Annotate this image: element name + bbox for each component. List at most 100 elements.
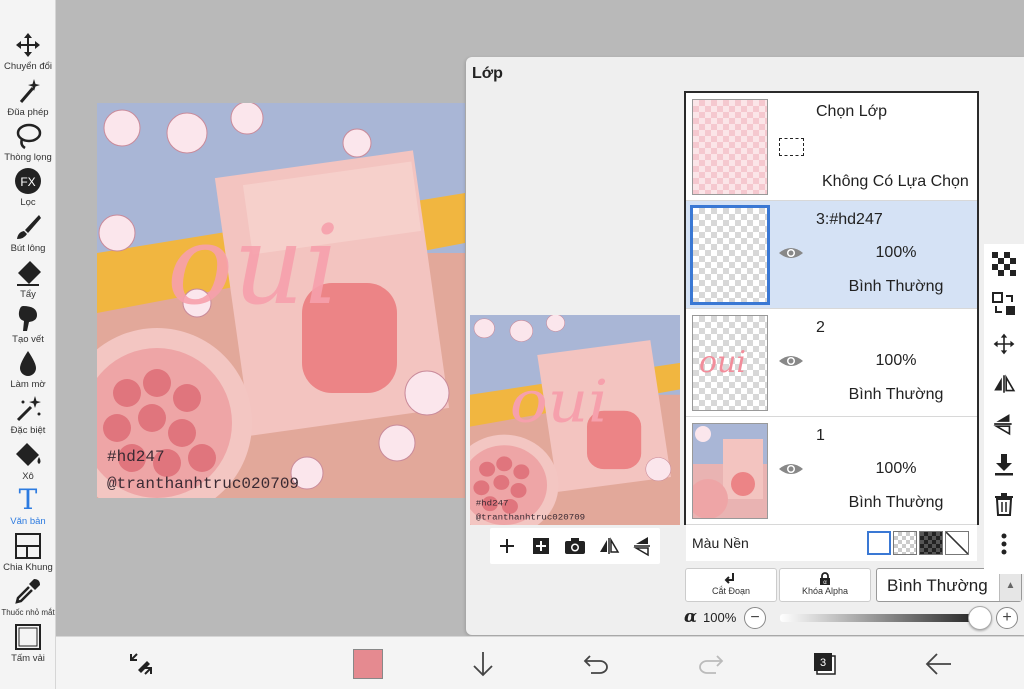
visibility-eye-icon[interactable] <box>778 351 804 371</box>
opacity-increase-button[interactable]: + <box>996 607 1018 629</box>
layer-opacity: 100% <box>875 460 917 477</box>
trash-icon <box>995 493 1013 516</box>
preview-image: oui #hd247 @tranthanhtruc020709 <box>470 315 680 525</box>
tool-lasso[interactable]: Thòng lọng <box>0 121 56 163</box>
visibility-eye-icon[interactable] <box>778 459 804 479</box>
color-picker-button[interactable] <box>351 647 385 681</box>
layer-transform-button[interactable] <box>990 290 1018 318</box>
checkerboard-icon <box>992 252 1016 276</box>
arrow-left-icon <box>925 653 951 675</box>
move-icon <box>16 33 40 57</box>
layer-thumbnail-text: oui <box>699 345 746 380</box>
selection-thumbnail <box>692 99 768 195</box>
transform-icon <box>992 292 1015 315</box>
add-box-icon <box>533 538 549 554</box>
artwork-canvas[interactable]: oui #hd247 @tranthanhtruc020709 <box>97 103 465 498</box>
flip-vertical-button[interactable] <box>630 533 656 559</box>
add-layer-button[interactable] <box>494 533 520 559</box>
quick-menu-button[interactable] <box>124 647 158 681</box>
transform-tool-icon <box>130 653 152 675</box>
merge-down-icon <box>995 454 1013 476</box>
lock-icon: α <box>820 572 830 586</box>
opacity-slider-track[interactable] <box>780 614 980 622</box>
layer-blend-mode: Bình Thường <box>848 278 944 295</box>
background-label: Màu Nền <box>692 535 749 551</box>
alpha-value: 100% <box>703 610 737 625</box>
layer-row-2[interactable]: oui 2 100% Bình Thường <box>686 309 977 417</box>
layer-name: 1 <box>816 427 825 444</box>
checker-button[interactable] <box>990 250 1018 278</box>
alpha-lock-label: Khóa Alpha <box>801 586 849 596</box>
bg-white-swatch[interactable] <box>867 531 891 555</box>
layers-button[interactable]: 3 <box>808 647 842 681</box>
layer-flip-vertical-button[interactable] <box>990 410 1018 438</box>
opacity-slider-knob[interactable] <box>968 606 992 630</box>
layer-row-1[interactable]: 1 100% Bình Thường <box>686 417 977 525</box>
selection-marquee-icon <box>779 138 804 156</box>
clip-arrow-icon <box>724 573 734 584</box>
bg-checker-swatch[interactable] <box>893 531 917 555</box>
preview-actions <box>490 528 660 564</box>
layer-thumbnail-art: oui <box>699 345 746 380</box>
tool-eraser[interactable]: Tẩy <box>0 258 56 300</box>
opacity-decrease-button[interactable]: − <box>744 607 766 629</box>
layer-opacity: 100% <box>875 244 917 261</box>
tool-eyedropper[interactable]: Thuốc nhỏ mắt <box>0 576 56 618</box>
visibility-eye-icon[interactable] <box>778 243 804 263</box>
watermark-line2: @tranthanhtruc020709 <box>107 475 299 493</box>
bg-dark-checker-swatch[interactable] <box>919 531 943 555</box>
merge-down-button[interactable] <box>990 450 1018 478</box>
download-button[interactable] <box>466 647 500 681</box>
camera-button[interactable] <box>562 533 588 559</box>
redo-button[interactable] <box>694 647 728 681</box>
panel-title: Lớp <box>472 65 503 82</box>
selection-layer-row[interactable]: Chọn Lớp Không Có Lựa Chọn <box>686 93 977 201</box>
move-icon <box>993 333 1015 355</box>
tool-brush[interactable]: Bút lông <box>0 212 56 254</box>
bg-none-swatch[interactable] <box>945 531 969 555</box>
tool-frame-divider[interactable]: Chia Khung <box>0 531 56 573</box>
more-options-button[interactable] <box>990 530 1018 558</box>
eyedropper-icon <box>15 579 40 604</box>
text-icon: T <box>18 483 38 516</box>
fx-badge: FX <box>20 175 35 189</box>
canvas-icon <box>15 624 41 650</box>
tool-label: Đũa phép <box>7 107 49 118</box>
tool-magic-wand[interactable]: Đũa phép <box>0 76 56 118</box>
clipping-label: Cắt Đoạn <box>711 586 751 596</box>
clipping-button[interactable]: Cắt Đoạn <box>685 568 777 602</box>
bucket-icon <box>16 443 41 466</box>
canvas-preview[interactable]: oui #hd247 @tranthanhtruc020709 <box>470 315 680 525</box>
back-button[interactable] <box>922 647 956 681</box>
add-layer-copy-button[interactable] <box>528 533 554 559</box>
flip-vertical-icon <box>993 414 1012 436</box>
tool-blur[interactable]: Làm mờ <box>0 348 56 390</box>
tool-special[interactable]: Đặc biệt <box>0 394 56 436</box>
layer-name: 3:#hd247 <box>816 211 883 228</box>
undo-button[interactable] <box>579 647 613 681</box>
layer-move-button[interactable] <box>990 330 1018 358</box>
tool-smudge[interactable]: Tạo vết <box>0 303 56 345</box>
delete-layer-button[interactable] <box>990 490 1018 518</box>
tool-label: Chuyển đổi <box>3 61 53 72</box>
smudge-icon <box>18 306 37 331</box>
layer-panel: Lớp oui #hd247 @tranthanhtruc020709 Chọn… <box>466 57 1024 635</box>
tool-canvas[interactable]: Tấm vải <box>0 622 56 664</box>
flip-horizontal-button[interactable] <box>596 533 622 559</box>
tool-label: Tấm vải <box>11 653 45 664</box>
tool-text[interactable]: T Văn bản <box>0 483 56 528</box>
layer-row-3[interactable]: 3:#hd247 100% Bình Thường <box>686 201 977 309</box>
tool-bucket[interactable]: Xô <box>0 440 56 482</box>
tool-label: Lọc <box>20 197 36 208</box>
layer-tool-strip <box>984 244 1024 574</box>
bottom-bar: 3 <box>56 636 1024 689</box>
layer-list: Chọn Lớp Không Có Lựa Chọn 3:#hd247 100%… <box>684 91 979 561</box>
layer-flip-horizontal-button[interactable] <box>990 370 1018 398</box>
tool-label: Đặc biệt <box>10 425 46 436</box>
redo-icon <box>699 655 724 674</box>
layer-blend-mode: Bình Thường <box>848 386 944 403</box>
tool-transform[interactable]: Chuyển đổi <box>0 30 56 72</box>
alpha-lock-button[interactable]: α Khóa Alpha <box>779 568 871 602</box>
tool-filter[interactable]: FX Lọc <box>0 166 56 208</box>
current-color-swatch <box>353 649 383 679</box>
